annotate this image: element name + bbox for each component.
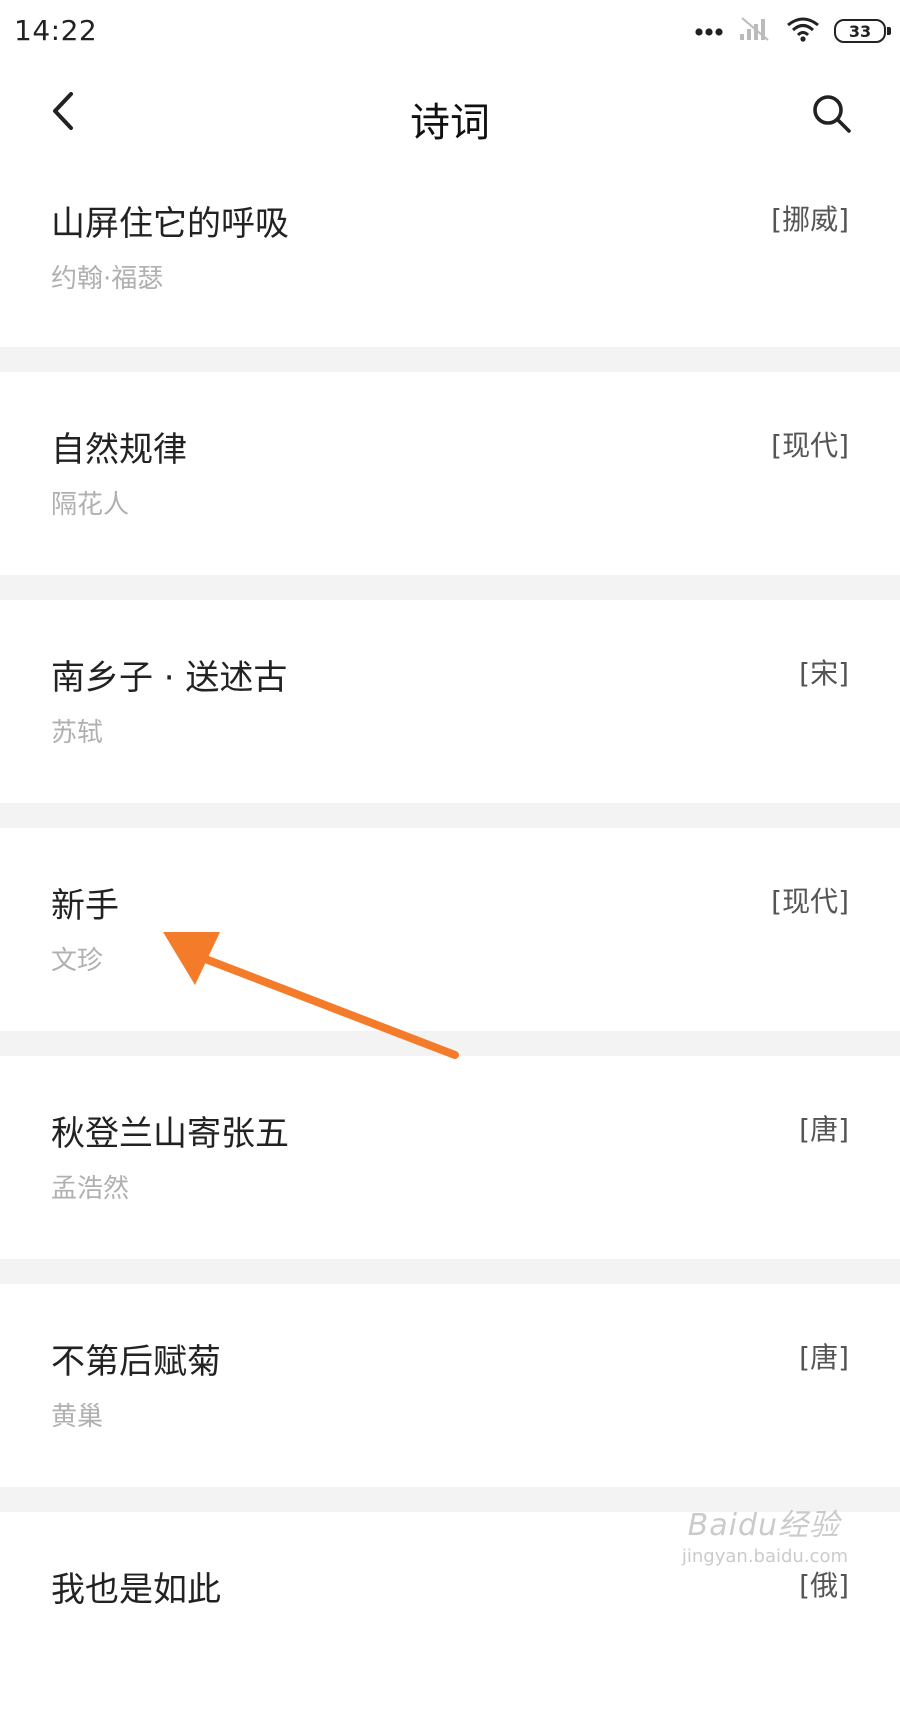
poem-list: 山屏住它的呼吸 约翰·福瑟 [挪威] 自然规律 隔花人 [现代] 南乡子 · 送…: [0, 174, 900, 1715]
poem-title: 山屏住它的呼吸: [51, 204, 289, 244]
poem-dynasty: [俄]: [799, 1569, 849, 1602]
poem-author: 孟浩然: [51, 1174, 130, 1204]
poem-item[interactable]: 新手 文珍 [现代]: [0, 828, 900, 1031]
poem-dynasty: [宋]: [799, 657, 849, 690]
cellular-signal-icon: [738, 16, 772, 46]
poem-title: 新手: [51, 886, 119, 926]
poem-item[interactable]: 山屏住它的呼吸 约翰·福瑟 [挪威]: [0, 174, 900, 347]
poem-dynasty: [唐]: [799, 1341, 849, 1374]
poem-author: 文珍: [51, 946, 104, 976]
page-title: 诗词: [410, 100, 490, 146]
poem-dynasty: [挪威]: [771, 203, 849, 236]
poem-author: 约翰·福瑟: [51, 264, 164, 294]
poem-item[interactable]: 秋登兰山寄张五 孟浩然 [唐]: [0, 1056, 900, 1259]
status-bar: 14:22 33: [0, 0, 900, 62]
poem-title: 自然规律: [51, 430, 187, 470]
watermark-logo: Baidu经验: [687, 1508, 840, 1543]
poem-title: 我也是如此: [51, 1570, 221, 1610]
poem-dynasty: [现代]: [771, 885, 849, 918]
poem-author: 苏轼: [51, 718, 104, 748]
poem-dynasty: [现代]: [771, 429, 849, 462]
search-icon: [811, 93, 853, 139]
battery-icon: 33: [834, 19, 891, 43]
search-button[interactable]: [804, 88, 860, 144]
status-time: 14:22: [14, 14, 98, 47]
watermark-url: jingyan.baidu.com: [681, 1546, 848, 1567]
poem-item[interactable]: 自然规律 隔花人 [现代]: [0, 372, 900, 575]
poem-item[interactable]: 南乡子 · 送述古 苏轼 [宋]: [0, 600, 900, 803]
poem-author: 隔花人: [51, 490, 130, 520]
poem-dynasty: [唐]: [799, 1113, 849, 1146]
status-icons: 33: [694, 14, 891, 48]
wifi-icon: [786, 16, 820, 46]
poem-title: 秋登兰山寄张五: [51, 1114, 289, 1154]
poem-item[interactable]: 不第后赋菊 黄巢 [唐]: [0, 1284, 900, 1487]
poem-title: 南乡子 · 送述古: [51, 658, 288, 698]
poem-author: 黄巢: [51, 1402, 104, 1432]
app-bar: 诗词: [0, 62, 900, 174]
poem-title: 不第后赋菊: [51, 1342, 221, 1382]
more-dots-icon: [694, 22, 724, 41]
